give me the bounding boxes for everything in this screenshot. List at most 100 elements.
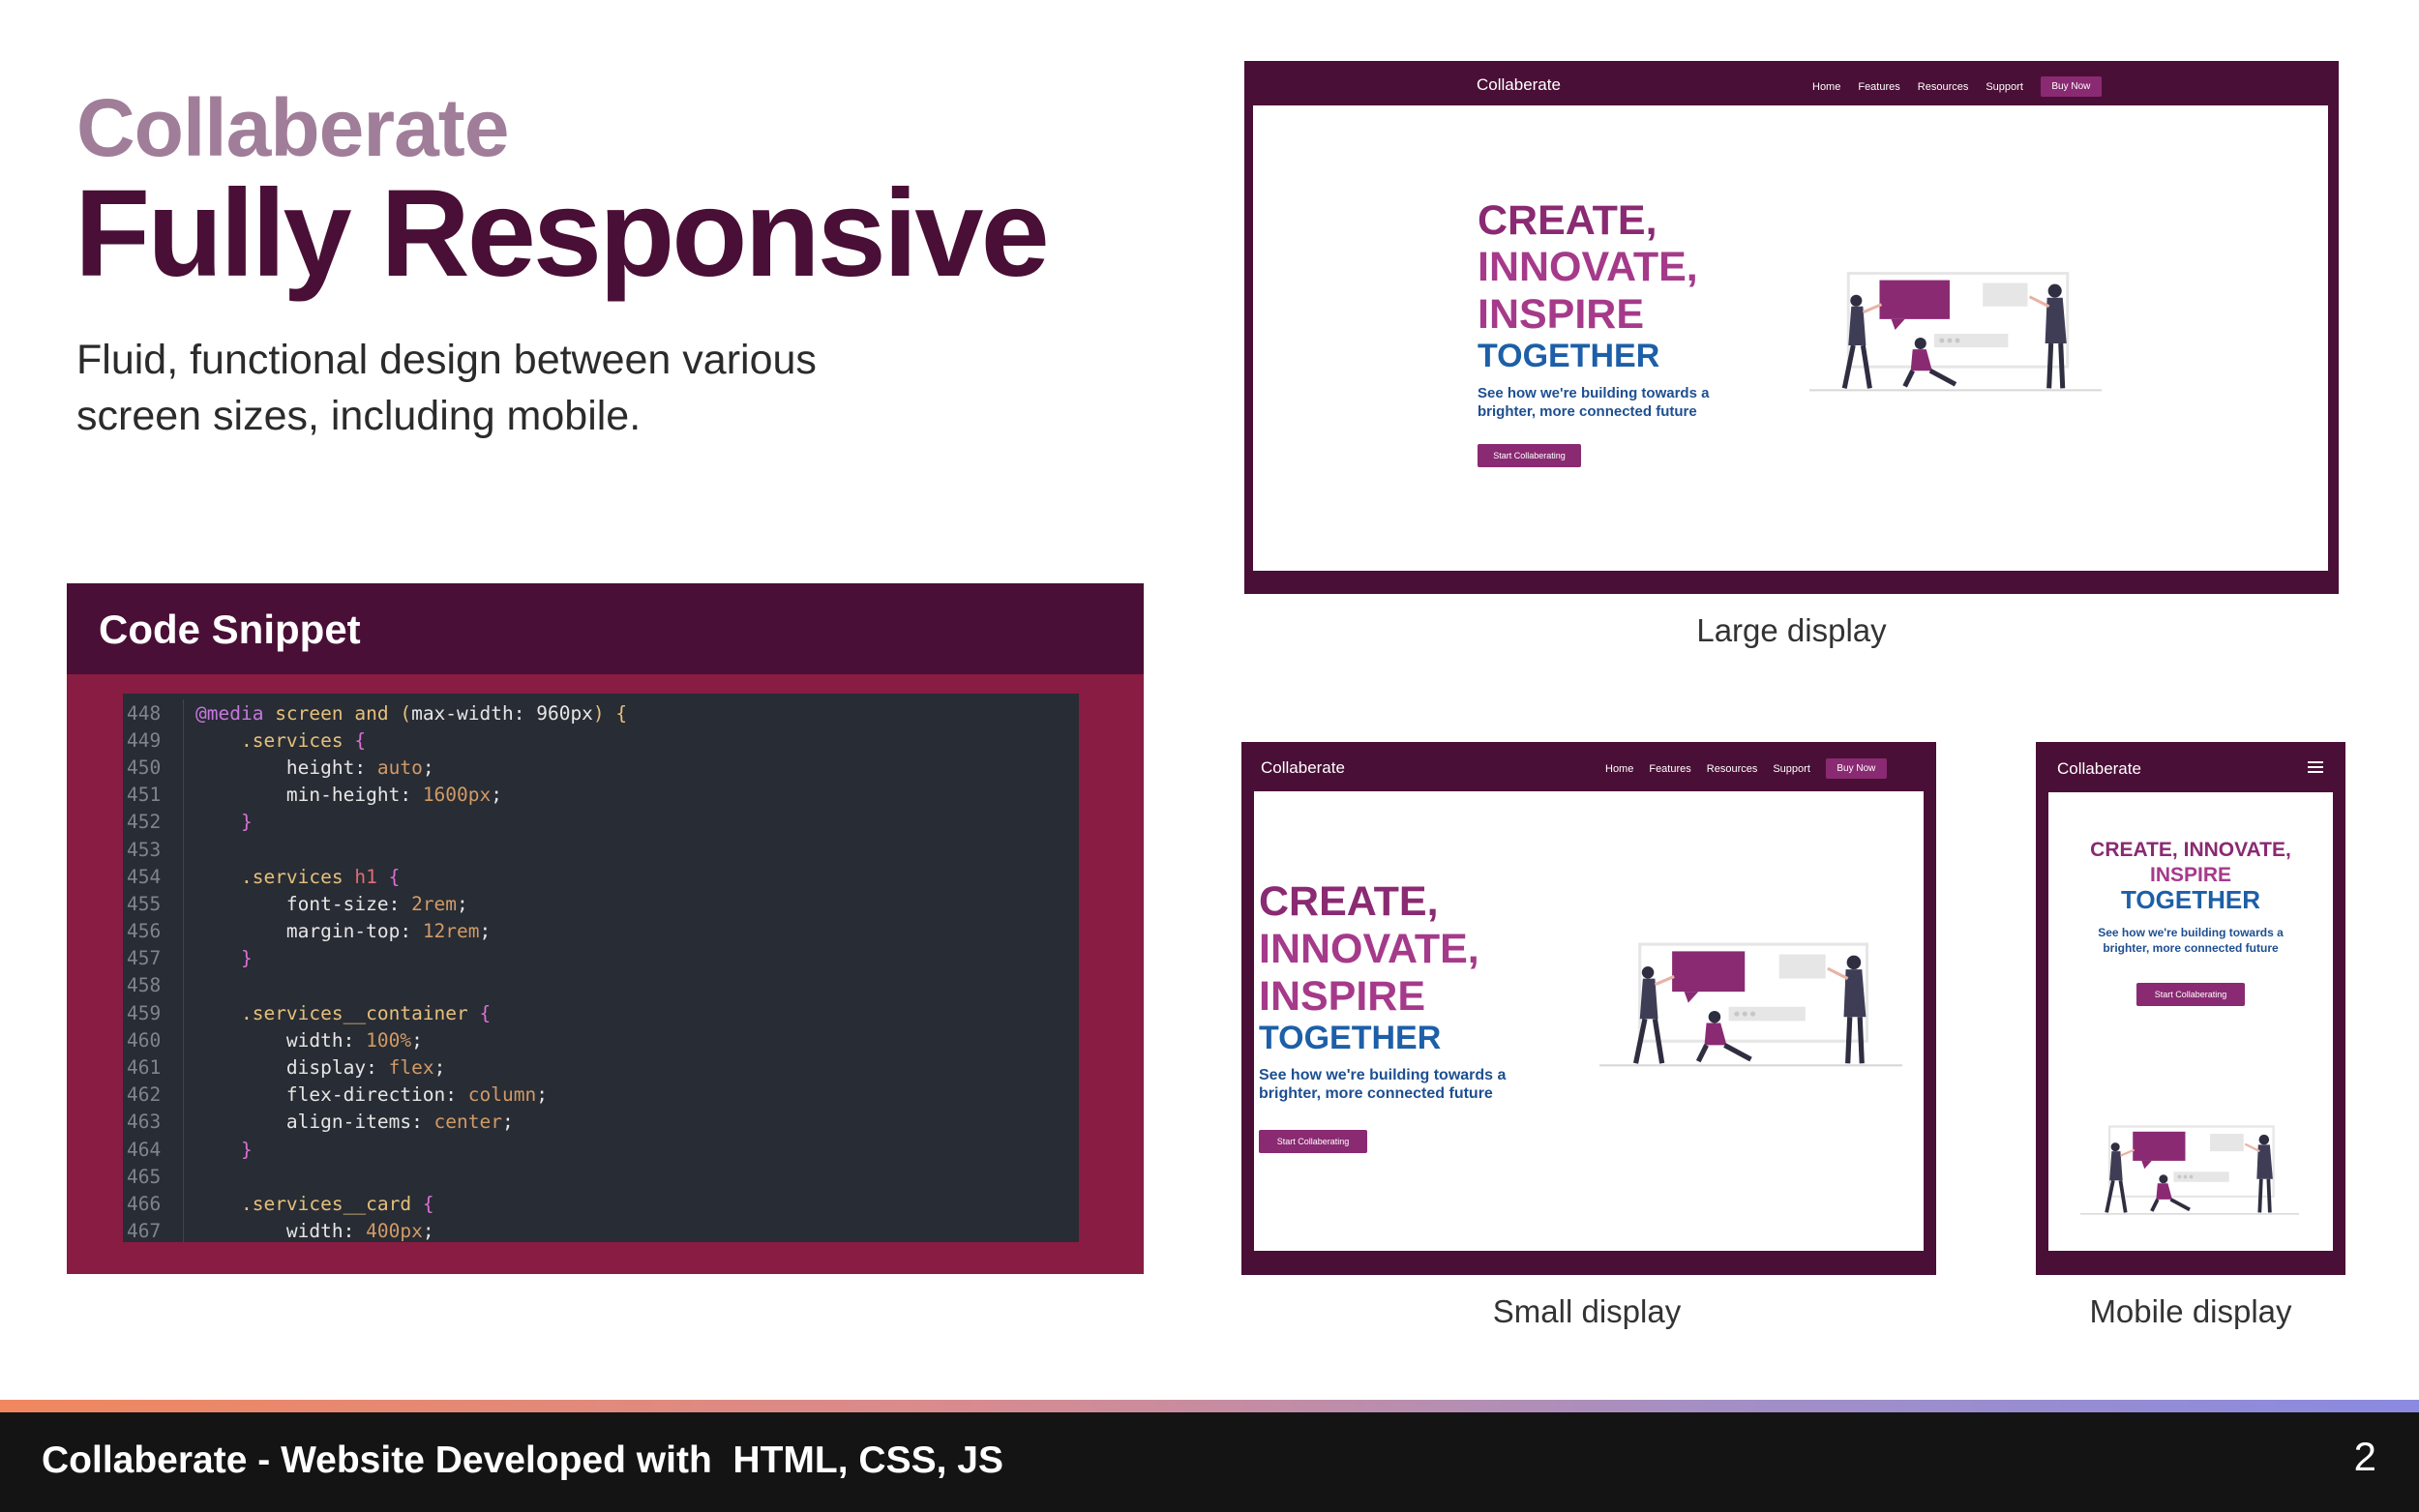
code-line: 462 flex-direction: column; bbox=[123, 1081, 1079, 1109]
collaboration-illustration bbox=[1809, 272, 2102, 392]
code-snippet-header: Code Snippet bbox=[67, 583, 1144, 674]
code-gutter bbox=[183, 1190, 184, 1218]
line-number: 454 bbox=[127, 865, 162, 888]
large-buy-now-button[interactable]: Buy Now bbox=[2040, 76, 2102, 97]
code-text: min-height: 1600px; bbox=[285, 784, 503, 807]
code-gutter bbox=[183, 890, 184, 918]
footer-gradient-bar bbox=[0, 1400, 2419, 1412]
line-number: 462 bbox=[127, 1083, 162, 1107]
code-gutter bbox=[183, 781, 184, 809]
line-number: 448 bbox=[127, 701, 162, 725]
code-text: } bbox=[240, 1138, 253, 1161]
code-gutter bbox=[183, 1136, 184, 1164]
code-gutter bbox=[183, 1217, 184, 1242]
page-description: Fluid, functional design between various… bbox=[76, 337, 817, 439]
small-nav-home[interactable]: Home bbox=[1605, 763, 1633, 775]
code-line: 461 display: flex; bbox=[123, 1053, 1079, 1082]
large-nav-brand[interactable]: Collaberate bbox=[1477, 75, 1561, 95]
code-gutter bbox=[183, 999, 184, 1027]
code-text: flex-direction: column; bbox=[285, 1083, 548, 1107]
small-display-caption: Small display bbox=[1492, 1293, 1682, 1329]
code-line: 453 bbox=[123, 835, 1079, 864]
line-number: 455 bbox=[127, 892, 162, 915]
code-line: 457 } bbox=[123, 944, 1079, 972]
mobile-hero-together: TOGETHER bbox=[2121, 885, 2260, 914]
large-hero-inspire: INSPIRE bbox=[1478, 291, 1645, 338]
code-line: 455 font-size: 2rem; bbox=[123, 890, 1079, 918]
mobile-display-frame: Collaberate CREATE, INNOVATE, INSPIRE TO… bbox=[2036, 742, 2345, 1275]
large-hero-subtitle: See how we're building towards a brighte… bbox=[1478, 385, 1710, 420]
small-nav-brand[interactable]: Collaberate bbox=[1261, 758, 1345, 778]
large-nav-resources[interactable]: Resources bbox=[1918, 81, 1969, 93]
code-text: align-items: center; bbox=[285, 1111, 514, 1134]
line-number: 461 bbox=[127, 1056, 162, 1080]
code-text: height: auto; bbox=[285, 756, 434, 779]
page-headline: Fully Responsive bbox=[75, 164, 1050, 303]
line-number: 464 bbox=[127, 1138, 162, 1161]
code-gutter bbox=[183, 1081, 184, 1109]
code-gutter bbox=[183, 1163, 184, 1191]
code-gutter bbox=[183, 835, 184, 864]
code-text: display: flex; bbox=[285, 1056, 446, 1080]
small-hero-subtitle: See how we're building towards a brighte… bbox=[1259, 1067, 1507, 1102]
code-text: .services { bbox=[240, 728, 367, 752]
mobile-hero-subtitle: See how we're building towards a brighte… bbox=[2098, 926, 2284, 955]
large-start-button[interactable]: Start Collaberating bbox=[1478, 444, 1581, 467]
line-number: 456 bbox=[127, 920, 162, 943]
line-number: 453 bbox=[127, 838, 162, 861]
small-hero-together: TOGETHER bbox=[1259, 1020, 1442, 1056]
code-gutter bbox=[183, 808, 184, 836]
large-display-frame: Collaberate Home Features Resources Supp… bbox=[1244, 61, 2339, 594]
mobile-nav-brand[interactable]: Collaberate bbox=[2057, 759, 2141, 779]
code-line: 464 } bbox=[123, 1136, 1079, 1164]
collaboration-illustration bbox=[1599, 942, 1902, 1067]
line-number: 449 bbox=[127, 728, 162, 752]
code-line: 459 .services__container { bbox=[123, 999, 1079, 1027]
small-screen: CREATE, INNOVATE, INSPIRE TOGETHER See h… bbox=[1254, 791, 1924, 1251]
code-line: 463 align-items: center; bbox=[123, 1108, 1079, 1136]
small-nav-support[interactable]: Support bbox=[1773, 763, 1810, 775]
large-nav-home[interactable]: Home bbox=[1812, 81, 1840, 93]
code-text: .services h1 { bbox=[240, 865, 401, 888]
large-nav-features[interactable]: Features bbox=[1858, 81, 1899, 93]
small-buy-now-button[interactable]: Buy Now bbox=[1825, 758, 1887, 779]
code-text: width: 100%; bbox=[285, 1028, 423, 1052]
large-hero-create: CREATE, bbox=[1478, 197, 1657, 244]
mobile-screen: CREATE, INNOVATE, INSPIRE TOGETHER See h… bbox=[2048, 792, 2333, 1251]
line-number: 467 bbox=[127, 1220, 162, 1242]
code-text: } bbox=[240, 947, 253, 970]
code-gutter bbox=[183, 699, 184, 727]
line-number: 457 bbox=[127, 947, 162, 970]
code-line: 449 .services { bbox=[123, 726, 1079, 755]
hamburger-menu-icon[interactable] bbox=[2308, 761, 2323, 773]
large-nav-support[interactable]: Support bbox=[1986, 81, 2023, 93]
mobile-start-button[interactable]: Start Collaberating bbox=[2136, 983, 2245, 1006]
code-gutter bbox=[183, 1026, 184, 1054]
code-gutter bbox=[183, 863, 184, 891]
small-nav-resources[interactable]: Resources bbox=[1707, 763, 1758, 775]
page-number: 2 bbox=[2353, 1434, 2376, 1479]
large-nav: Home Features Resources Support Buy Now bbox=[1812, 76, 2102, 97]
code-gutter bbox=[183, 944, 184, 972]
code-text: .services__card { bbox=[240, 1192, 434, 1215]
large-screen: CREATE, INNOVATE, INSPIRE TOGETHER See h… bbox=[1253, 105, 2328, 571]
line-number: 450 bbox=[127, 756, 162, 779]
small-nav-features[interactable]: Features bbox=[1649, 763, 1690, 775]
collaboration-illustration bbox=[2080, 1125, 2299, 1215]
code-gutter bbox=[183, 1108, 184, 1136]
code-editor: 448 @media screen and (max-width: 960px) … bbox=[123, 694, 1079, 1242]
small-start-button[interactable]: Start Collaberating bbox=[1259, 1130, 1367, 1153]
small-hero-create: CREATE, bbox=[1259, 878, 1439, 925]
code-line: 458 bbox=[123, 971, 1079, 1000]
code-line: 454 .services h1 { bbox=[123, 863, 1079, 891]
code-line: 451 min-height: 1600px; bbox=[123, 781, 1079, 809]
large-hero-together: TOGETHER bbox=[1478, 338, 1660, 374]
code-snippet-panel: Code Snippet 448 @media screen and (max-w… bbox=[67, 583, 1144, 1274]
code-gutter bbox=[183, 726, 184, 755]
code-gutter bbox=[183, 1053, 184, 1082]
line-number: 458 bbox=[127, 974, 162, 997]
code-line: 456 margin-top: 12rem; bbox=[123, 917, 1079, 945]
collaboration-illustration-group bbox=[2080, 1125, 2299, 1215]
